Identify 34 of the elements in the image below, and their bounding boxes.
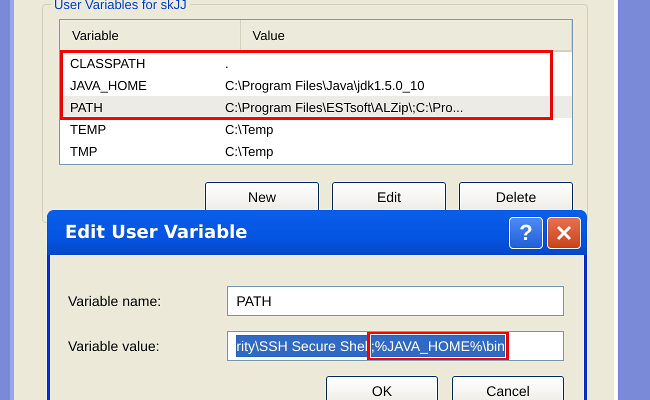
selected-text: rity\SSH Secure Shel [236, 335, 368, 357]
dialog-title: Edit User Variable [65, 222, 248, 243]
variable-row[interactable]: CLASSPATH . [60, 52, 572, 74]
help-button[interactable]: ? [509, 216, 543, 248]
selected-text: ;%JAVA_HOME%\bin [370, 335, 505, 357]
variables-list[interactable]: Variable Value CLASSPATH . JAVA_HOME C:\Program Files\Java\jdk1.5.0_10 PATH C:\Program Files\ESTsoft\ALZip\;C:\Pro... TEMP C:\Temp TMP C:\Temp [59, 19, 573, 165]
input-field[interactable]: rity\SSH Secure Shel ;%JAVA_HOME%\bin [227, 331, 564, 361]
variable-cell-text: TEMP [69, 122, 108, 136]
close-icon [555, 224, 573, 242]
variable-cell-text: JAVA_HOME [69, 78, 148, 92]
list-button[interactable]: Delete [459, 182, 573, 212]
list-button[interactable]: New [205, 182, 319, 212]
variable-row[interactable]: JAVA_HOME C:\Program Files\Java\jdk1.5.0_10 [60, 74, 572, 96]
value-cell-text: C:\Program Files\ESTsoft\ALZip\;C:\Pro... [224, 100, 464, 114]
input-field[interactable]: PATH [227, 286, 564, 316]
variable-row[interactable]: PATH C:\Program Files\ESTsoft\ALZip\;C:\Pro... [60, 96, 572, 118]
field-value: PATH [236, 293, 272, 309]
value-cell-text: C:\Temp [224, 144, 274, 158]
dialog-button[interactable]: Cancel [452, 376, 564, 400]
value-cell-text: C:\Program Files\Java\jdk1.5.0_10 [224, 78, 426, 92]
dialog-button[interactable]: OK [326, 376, 438, 400]
value-cell-text: . [224, 56, 230, 70]
variable-row[interactable]: TMP C:\Temp [60, 140, 572, 162]
variable-cell-text: TMP [69, 144, 98, 158]
list-button[interactable]: Edit [332, 182, 446, 212]
column-header[interactable]: Variable [60, 20, 241, 50]
close-button[interactable] [547, 216, 581, 248]
value-cell-text: C:\Temp [224, 122, 274, 136]
variable-row[interactable]: TEMP C:\Temp [60, 118, 572, 140]
field-label: Variable name: [68, 293, 162, 309]
variable-cell-text: PATH [69, 100, 104, 114]
variable-cell-text: CLASSPATH [69, 56, 146, 70]
field-label: Variable value: [68, 338, 161, 354]
column-header[interactable]: Value [240, 20, 572, 50]
